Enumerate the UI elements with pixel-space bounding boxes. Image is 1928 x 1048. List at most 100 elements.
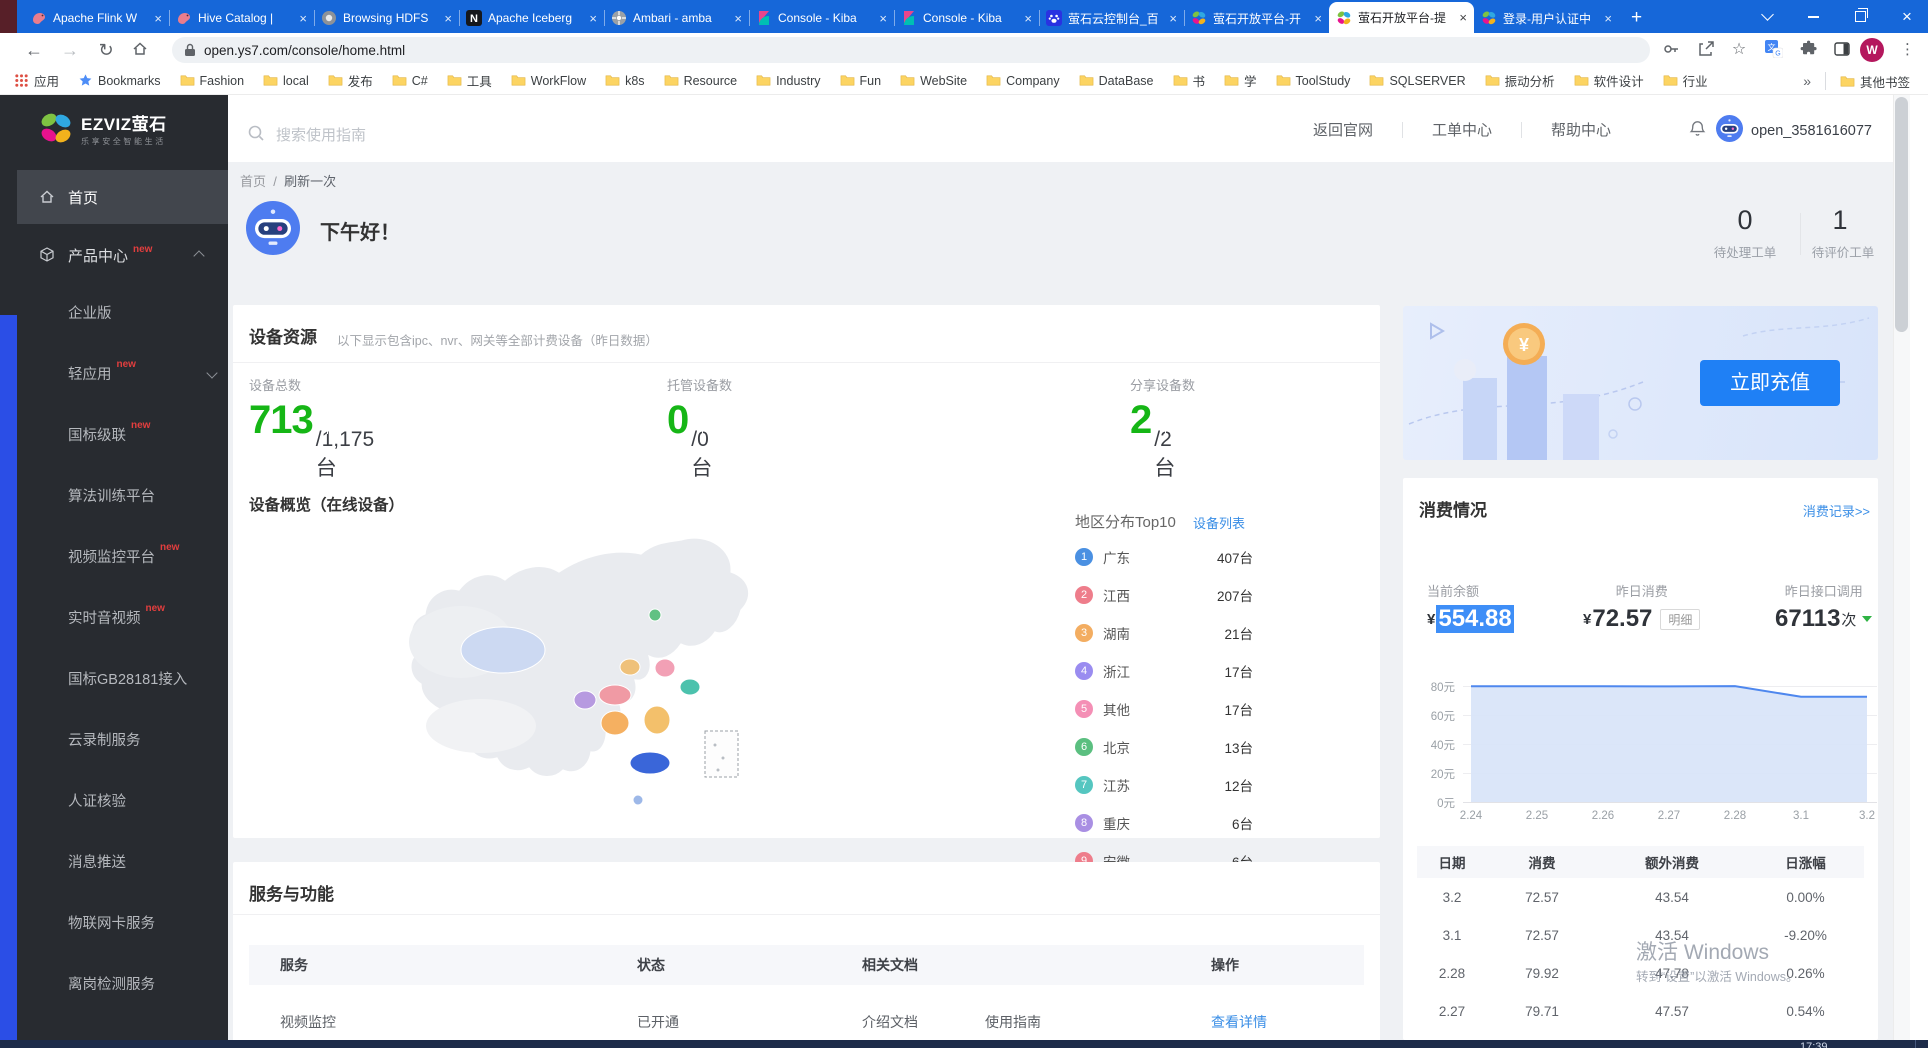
ezviz-logo[interactable]: EZVIZ萤石 乐享安全智能生活 [17, 95, 228, 165]
bookmark-item[interactable]: Resource [664, 73, 738, 88]
sidebar-item-人证核验[interactable]: 人证核验 [68, 790, 126, 811]
bookmark-item[interactable]: local [263, 73, 309, 88]
sidebar-item-轻应用[interactable]: 轻应用new [68, 363, 136, 384]
profile-avatar[interactable]: W [1860, 38, 1884, 62]
notification-bell-icon[interactable] [1688, 119, 1707, 143]
bookmark-item[interactable]: Company [986, 73, 1060, 88]
bookmark-star-icon[interactable]: ☆ [1725, 36, 1753, 64]
menu-dots-icon[interactable]: ⋮ [1900, 38, 1915, 62]
back-icon[interactable]: ← [20, 36, 48, 64]
topbar-link[interactable]: 帮助中心 [1551, 119, 1611, 140]
browser-tab[interactable]: Apache Flink W× [24, 3, 169, 33]
china-map[interactable] [383, 530, 823, 820]
sidebar-item-离岗检测服务[interactable]: 离岗检测服务 [68, 973, 155, 994]
detail-chip[interactable]: 明细 [1660, 609, 1700, 630]
recharge-button[interactable]: 立即充值 [1700, 360, 1840, 406]
bookmark-item[interactable]: ToolStudy [1276, 73, 1351, 88]
sidebar-item-算法训练平台[interactable]: 算法训练平台 [68, 485, 155, 506]
bookmark-item[interactable]: 软件设计 [1574, 71, 1644, 90]
tab-close-icon[interactable]: × [444, 11, 452, 26]
windows-taskbar[interactable]: 17:39 [0, 1040, 1928, 1048]
tab-close-icon[interactable]: × [1604, 11, 1612, 26]
device-list-link[interactable]: 设备列表 [1193, 513, 1245, 532]
browser-tab[interactable]: Console - Kiba× [894, 3, 1039, 33]
pending-workorders-label[interactable]: 待处理工单 [1695, 242, 1795, 261]
url-text[interactable]: open.ys7.com/console/home.html [204, 43, 405, 58]
bookmark-item[interactable]: Bookmarks [78, 73, 161, 88]
sidebar-item-国标GB28181接入[interactable]: 国标GB28181接入 [68, 668, 187, 689]
browser-tab[interactable]: 萤石开放平台-提× [1329, 2, 1474, 33]
sidebar-item-云录制服务[interactable]: 云录制服务 [68, 729, 141, 750]
bookmark-item[interactable]: 发布 [328, 71, 373, 90]
reload-icon[interactable]: ↻ [92, 36, 120, 64]
browser-tab[interactable]: 萤石开放平台-开× [1184, 3, 1329, 33]
tab-close-icon[interactable]: × [154, 11, 162, 26]
tab-search-chevron-icon[interactable] [1744, 0, 1790, 33]
address-bar: ← → ↻ open.ys7.com/console/home.html ☆ 文… [0, 33, 1928, 67]
share-icon[interactable] [1697, 40, 1717, 60]
sidebar-item-消息推送[interactable]: 消息推送 [68, 851, 126, 872]
tab-close-icon[interactable]: × [299, 11, 307, 26]
sidebar-item-首页[interactable]: 首页 [17, 170, 228, 224]
breadcrumb-home[interactable]: 首页 [240, 174, 266, 189]
bookmark-item[interactable]: WorkFlow [511, 73, 586, 88]
bookmark-item[interactable]: 应用 [14, 71, 59, 90]
topbar-link[interactable]: 返回官网 [1313, 119, 1373, 140]
sidebar-item-国标级联[interactable]: 国标级联new [68, 424, 150, 445]
sidebar-item-物联网卡服务[interactable]: 物联网卡服务 [68, 912, 155, 933]
bookmark-item[interactable]: WebSite [900, 73, 967, 88]
forward-icon[interactable]: → [56, 36, 84, 64]
scrollbar-thumb[interactable] [1895, 97, 1908, 332]
browser-tab[interactable]: Hive Catalog |× [169, 3, 314, 33]
window-minimize-button[interactable] [1790, 0, 1836, 33]
browser-tab[interactable]: Browsing HDFS× [314, 3, 459, 33]
bookmark-item[interactable]: 振动分析 [1485, 71, 1555, 90]
tab-close-icon[interactable]: × [879, 11, 887, 26]
bookmark-item[interactable]: 行业 [1663, 71, 1708, 90]
tab-close-icon[interactable]: × [1024, 11, 1032, 26]
bookmarks-overflow-icon[interactable]: » [1803, 73, 1811, 89]
browser-tab[interactable]: Ambari - amba× [604, 3, 749, 33]
browser-tab[interactable]: 萤石云控制台_百× [1039, 3, 1184, 33]
tab-close-icon[interactable]: × [1314, 11, 1322, 26]
extensions-puzzle-icon[interactable] [1800, 40, 1820, 60]
sidebar-item-视频监控平台[interactable]: 视频监控平台new [68, 546, 179, 567]
translate-icon[interactable]: 文G [1765, 40, 1785, 60]
password-key-icon[interactable] [1662, 40, 1682, 60]
bookmark-item[interactable]: Fun [840, 73, 882, 88]
browser-home-icon[interactable] [131, 40, 151, 60]
tab-close-icon[interactable]: × [734, 11, 742, 26]
window-close-button[interactable]: × [1884, 0, 1928, 33]
tab-close-icon[interactable]: × [589, 11, 597, 26]
browser-tab[interactable]: NApache Iceberg× [459, 3, 604, 33]
search-input[interactable]: 搜索使用指南 [276, 124, 366, 145]
omnibox[interactable]: open.ys7.com/console/home.html [172, 37, 1650, 63]
bookmark-item[interactable]: 学 [1224, 71, 1257, 90]
folder-icon [447, 73, 467, 88]
consumption-records-link[interactable]: 消费记录>> [1803, 501, 1870, 520]
topbar-link[interactable]: 工单中心 [1432, 119, 1492, 140]
bookmark-item[interactable]: C# [392, 73, 428, 88]
bookmark-item[interactable]: k8s [605, 73, 644, 88]
user-avatar[interactable] [1716, 115, 1743, 142]
sidebar-item-产品中心[interactable]: 产品中心new [17, 228, 228, 282]
tab-close-icon[interactable]: × [1169, 11, 1177, 26]
sidebar-item-企业版[interactable]: 企业版 [68, 302, 112, 323]
calls-dropdown-caret-icon[interactable] [1862, 616, 1872, 622]
sidebar-item-实时音视频[interactable]: 实时音视频new [68, 607, 165, 628]
window-restore-button[interactable] [1837, 0, 1883, 33]
tab-close-icon[interactable]: × [1459, 10, 1467, 25]
side-panel-icon[interactable] [1833, 40, 1853, 60]
bookmark-item[interactable]: DataBase [1079, 73, 1154, 88]
bookmark-item[interactable]: 工具 [447, 71, 492, 90]
bookmark-item[interactable]: Industry [756, 73, 820, 88]
browser-tab[interactable]: 登录-用户认证中× [1474, 3, 1619, 33]
review-workorders-label[interactable]: 待评价工单 [1793, 242, 1893, 261]
bookmark-item[interactable]: Fashion [180, 73, 244, 88]
browser-tab[interactable]: Console - Kiba× [749, 3, 894, 33]
bookmark-item[interactable]: 书 [1173, 71, 1206, 90]
username[interactable]: open_3581616077 [1751, 123, 1872, 139]
other-bookmarks[interactable]: 其他书签 [1840, 72, 1910, 91]
new-tab-button[interactable]: + [1631, 3, 1642, 33]
bookmark-item[interactable]: SQLSERVER [1369, 73, 1465, 88]
